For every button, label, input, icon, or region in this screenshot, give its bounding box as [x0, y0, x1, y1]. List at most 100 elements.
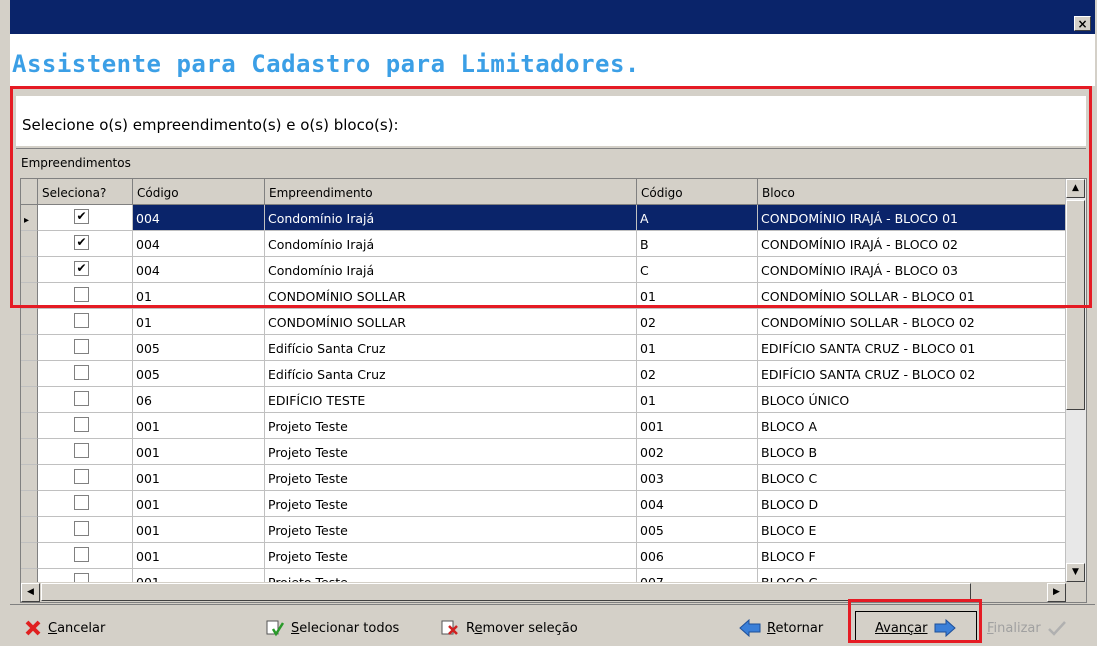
column-header-seleciona[interactable]: Seleciona? [38, 179, 133, 205]
empreendimento-cell[interactable]: Projeto Teste [265, 543, 637, 569]
bloco-cell[interactable]: BLOCO C [758, 465, 1066, 491]
table-row[interactable]: 005 Edifício Santa Cruz 01 EDIFÍCIO SANTA C… [21, 335, 1066, 361]
scroll-left-icon[interactable]: ◀ [21, 583, 40, 602]
codigo-cell[interactable]: 001 [133, 413, 265, 439]
column-header-codigo-bloco[interactable]: Código [637, 179, 758, 205]
select-checkbox[interactable] [74, 365, 89, 380]
horizontal-scroll-thumb[interactable] [41, 583, 971, 601]
codigo-cell[interactable]: 005 [133, 335, 265, 361]
codigo-bloco-cell[interactable]: 01 [637, 387, 758, 413]
bloco-cell[interactable]: EDIFÍCIO SANTA CRUZ - BLOCO 02 [758, 361, 1066, 387]
row-indicator[interactable] [21, 543, 38, 569]
empreendimento-cell[interactable]: Condomínio Irajá [265, 257, 637, 283]
select-checkbox[interactable] [74, 339, 89, 354]
select-cell[interactable] [38, 465, 133, 491]
table-row[interactable]: ▸ ✔ 004 Condomínio Irajá A CONDOMÍNIO IRAJÁ -… [21, 205, 1066, 231]
select-cell[interactable] [38, 309, 133, 335]
codigo-cell[interactable]: 01 [133, 283, 265, 309]
table-row[interactable]: 001 Projeto Teste 006 BLOCO F [21, 543, 1066, 569]
select-cell[interactable] [38, 387, 133, 413]
empreendimento-cell[interactable]: Condomínio Irajá [265, 231, 637, 257]
vertical-scroll-thumb[interactable] [1066, 200, 1085, 410]
empreendimento-cell[interactable]: Projeto Teste [265, 439, 637, 465]
table-row[interactable]: ✔ 004 Condomínio Irajá B CONDOMÍNIO IRAJÁ - … [21, 231, 1066, 257]
row-indicator[interactable]: ▸ [21, 205, 38, 231]
empreendimento-cell[interactable]: Projeto Teste [265, 491, 637, 517]
row-indicator[interactable] [21, 465, 38, 491]
codigo-cell[interactable]: 06 [133, 387, 265, 413]
bloco-cell[interactable]: CONDOMÍNIO IRAJÁ - BLOCO 03 [758, 257, 1066, 283]
codigo-cell[interactable]: 001 [133, 517, 265, 543]
row-indicator[interactable] [21, 517, 38, 543]
row-indicator[interactable] [21, 231, 38, 257]
select-checkbox[interactable] [74, 495, 89, 510]
codigo-bloco-cell[interactable]: 01 [637, 283, 758, 309]
codigo-cell[interactable]: 001 [133, 491, 265, 517]
select-cell[interactable]: ✔ [38, 205, 133, 231]
row-indicator[interactable] [21, 309, 38, 335]
bloco-cell[interactable]: BLOCO B [758, 439, 1066, 465]
codigo-cell[interactable]: 004 [133, 231, 265, 257]
empreendimento-cell[interactable]: CONDOMÍNIO SOLLAR [265, 309, 637, 335]
codigo-bloco-cell[interactable]: 01 [637, 335, 758, 361]
empreendimento-cell[interactable]: CONDOMÍNIO SOLLAR [265, 283, 637, 309]
bloco-cell[interactable]: CONDOMÍNIO IRAJÁ - BLOCO 02 [758, 231, 1066, 257]
codigo-bloco-cell[interactable]: B [637, 231, 758, 257]
vertical-scrollbar[interactable]: ▲ ▼ [1065, 179, 1086, 582]
table-row[interactable]: 005 Edifício Santa Cruz 02 EDIFÍCIO SANTA C… [21, 361, 1066, 387]
row-indicator[interactable] [21, 283, 38, 309]
select-cell[interactable] [38, 335, 133, 361]
codigo-cell[interactable]: 001 [133, 439, 265, 465]
bloco-cell[interactable]: CONDOMÍNIO SOLLAR - BLOCO 02 [758, 309, 1066, 335]
codigo-bloco-cell[interactable]: 005 [637, 517, 758, 543]
codigo-cell[interactable]: 01 [133, 309, 265, 335]
select-checkbox[interactable] [74, 521, 89, 536]
empreendimento-cell[interactable]: EDIFÍCIO TESTE [265, 387, 637, 413]
codigo-bloco-cell[interactable]: 02 [637, 361, 758, 387]
select-cell[interactable] [38, 439, 133, 465]
select-checkbox[interactable] [74, 391, 89, 406]
select-cell[interactable]: ✔ [38, 257, 133, 283]
column-header-bloco[interactable]: Bloco [758, 179, 1066, 205]
codigo-bloco-cell[interactable]: 001 [637, 413, 758, 439]
table-row[interactable]: 06 EDIFÍCIO TESTE 01 BLOCO ÚNICO [21, 387, 1066, 413]
table-row[interactable]: ✔ 004 Condomínio Irajá C CONDOMÍNIO IRAJÁ - … [21, 257, 1066, 283]
select-checkbox[interactable] [74, 417, 89, 432]
select-checkbox[interactable]: ✔ [74, 235, 89, 250]
codigo-bloco-cell[interactable]: 002 [637, 439, 758, 465]
table-row[interactable]: 001 Projeto Teste 002 BLOCO B [21, 439, 1066, 465]
codigo-cell[interactable]: 004 [133, 205, 265, 231]
remove-selection-button[interactable]: Remover seleção [440, 617, 578, 639]
select-all-button[interactable]: Selecionar todos [265, 617, 399, 639]
codigo-bloco-cell[interactable]: A [637, 205, 758, 231]
select-cell[interactable] [38, 361, 133, 387]
close-button[interactable]: × [1074, 16, 1091, 31]
select-checkbox[interactable] [74, 547, 89, 562]
scroll-down-icon[interactable]: ▼ [1066, 563, 1085, 582]
select-cell[interactable] [38, 413, 133, 439]
row-indicator[interactable] [21, 413, 38, 439]
codigo-bloco-cell[interactable]: 006 [637, 543, 758, 569]
row-indicator[interactable] [21, 491, 38, 517]
row-indicator[interactable] [21, 335, 38, 361]
bloco-cell[interactable]: BLOCO E [758, 517, 1066, 543]
empreendimento-cell[interactable]: Projeto Teste [265, 517, 637, 543]
bloco-cell[interactable]: EDIFÍCIO SANTA CRUZ - BLOCO 01 [758, 335, 1066, 361]
empreendimento-cell[interactable]: Edifício Santa Cruz [265, 361, 637, 387]
select-checkbox[interactable] [74, 287, 89, 302]
bloco-cell[interactable]: CONDOMÍNIO IRAJÁ - BLOCO 01 [758, 205, 1066, 231]
bloco-cell[interactable]: BLOCO D [758, 491, 1066, 517]
bloco-cell[interactable]: CONDOMÍNIO SOLLAR - BLOCO 01 [758, 283, 1066, 309]
codigo-bloco-cell[interactable]: C [637, 257, 758, 283]
empreendimento-cell[interactable]: Projeto Teste [265, 413, 637, 439]
select-checkbox[interactable]: ✔ [74, 261, 89, 276]
select-checkbox[interactable]: ✔ [74, 209, 89, 224]
empreendimentos-grid[interactable]: Seleciona? Código Empreendimento Código … [20, 178, 1087, 603]
select-cell[interactable] [38, 283, 133, 309]
select-cell[interactable] [38, 543, 133, 569]
table-row[interactable]: 01 CONDOMÍNIO SOLLAR 01 CONDOMÍNIO SOLLAR -… [21, 283, 1066, 309]
row-indicator[interactable] [21, 361, 38, 387]
table-row[interactable]: 01 CONDOMÍNIO SOLLAR 02 CONDOMÍNIO SOLLAR -… [21, 309, 1066, 335]
codigo-bloco-cell[interactable]: 004 [637, 491, 758, 517]
back-button[interactable]: Retornar [739, 617, 823, 639]
